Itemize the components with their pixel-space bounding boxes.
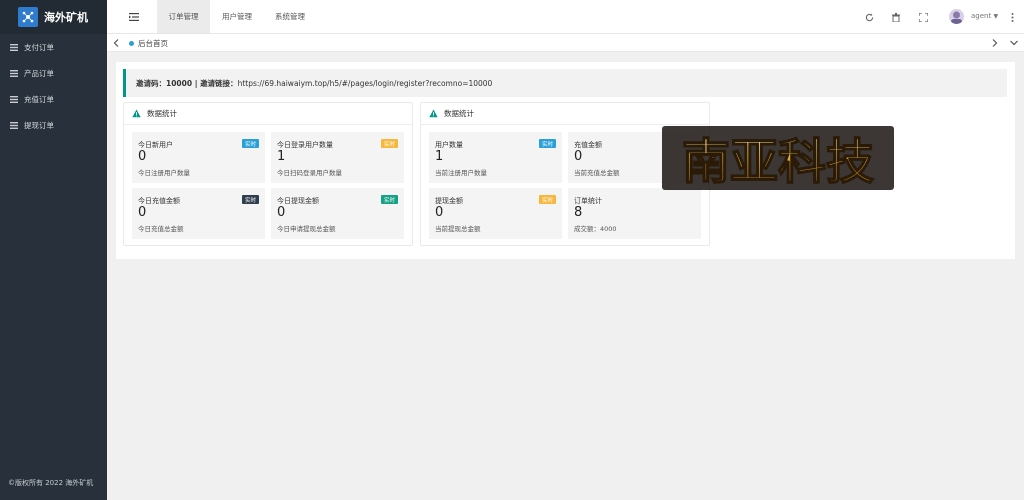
user-name[interactable]: agent ▼ <box>971 12 998 20</box>
stat-description: 成交额：4000 <box>574 225 617 233</box>
status-badge: 实时 <box>380 195 398 204</box>
stat-today-recharge: 今日充值金额 实时 0 今日充值总金额 <box>132 188 265 239</box>
logo-icon <box>18 7 38 27</box>
stats-card-today: 数据统计 今日新用户 实时 0 今日注册用户数量 今日登录用户数量 实时 1 今… <box>123 102 413 246</box>
chevron-right-icon[interactable] <box>988 36 1002 50</box>
app-title: 海外矿机 <box>44 11 88 24</box>
fullscreen-icon[interactable] <box>917 11 929 23</box>
stat-description: 今日扫码登录用户数量 <box>277 169 342 177</box>
invite-code-label: 邀请码： <box>136 78 166 88</box>
tab-system-management[interactable]: 系统管理 <box>264 0 316 33</box>
list-icon <box>10 95 18 103</box>
sidebar-item-label: 支付订单 <box>24 42 54 52</box>
watermark-logo: 南亚科技 <box>656 108 900 204</box>
invite-link[interactable]: https://69.haiwaiym.top/h5/#/pages/login… <box>238 79 493 88</box>
status-badge: 实时 <box>380 139 398 148</box>
tab-home[interactable]: 后台首页 <box>129 36 168 50</box>
invite-link-label: 邀请链接： <box>200 78 238 88</box>
sidebar-item-recharge-orders[interactable]: 充值订单 <box>0 86 107 112</box>
status-badge: 实时 <box>241 139 259 148</box>
card-title: 数据统计 <box>444 109 474 118</box>
chevron-down-icon[interactable] <box>1007 36 1021 50</box>
tab-home-label: 后台首页 <box>138 38 168 48</box>
stat-value: 1 <box>435 149 444 164</box>
stat-value: 1 <box>277 149 286 164</box>
sidebar-item-label: 充值订单 <box>24 94 54 104</box>
refresh-icon[interactable] <box>863 11 875 23</box>
logo-area[interactable]: 海外矿机 <box>0 0 107 34</box>
stat-description: 今日申请提现总金额 <box>277 225 336 233</box>
stat-value: 0 <box>138 149 147 164</box>
more-vertical-icon[interactable] <box>1006 11 1018 23</box>
tab-label: 用户管理 <box>222 12 252 21</box>
stat-description: 今日注册用户数量 <box>138 169 190 177</box>
invite-notice: 邀请码： 10000 | 邀请链接： https://69.haiwaiym.t… <box>123 69 1007 97</box>
sidebar-item-withdraw-orders[interactable]: 提现订单 <box>0 112 107 138</box>
tab-label: 订单管理 <box>168 12 199 21</box>
caret-down-icon: ▼ <box>993 13 999 20</box>
stat-today-new-users: 今日新用户 实时 0 今日注册用户数量 <box>132 132 265 183</box>
sidebar-item-label: 产品订单 <box>24 68 54 78</box>
stat-label: 今日登录用户数量 <box>277 141 333 149</box>
status-badge: 实时 <box>241 195 259 204</box>
stat-description: 当前提现总金额 <box>435 225 481 233</box>
status-badge: 实时 <box>538 195 556 204</box>
tab-order-management[interactable]: 订单管理 <box>157 0 210 33</box>
stat-value: 0 <box>574 149 583 164</box>
list-icon <box>10 121 18 129</box>
stat-total-users: 用户数量 实时 1 当前注册用户数量 <box>429 132 562 183</box>
invite-code: 10000 <box>166 78 193 88</box>
notice-separator: | <box>192 78 201 88</box>
tab-user-management[interactable]: 用户管理 <box>211 0 263 33</box>
copyright-footer: ©版权所有 2022 海外矿机 <box>8 479 94 487</box>
stat-today-withdraw: 今日提现金额 实时 0 今日申请提现总金额 <box>271 188 404 239</box>
top-header: 订单管理 用户管理 系统管理 agent ▼ <box>107 0 1024 34</box>
page-tabbar: 后台首页 <box>107 34 1024 52</box>
sidebar: 海外矿机 支付订单 产品订单 充值订单 提现订单 ©版权所有 2022 海外矿机 <box>0 0 107 500</box>
avatar[interactable] <box>949 9 964 24</box>
menu-toggle-icon[interactable] <box>127 10 141 24</box>
active-dot-icon <box>129 40 134 46</box>
user-name-label: agent <box>971 12 992 20</box>
tab-label: 系统管理 <box>275 12 305 21</box>
card-header: 数据统计 <box>124 103 412 125</box>
stat-value: 0 <box>435 205 444 220</box>
sidebar-item-product-orders[interactable]: 产品订单 <box>0 60 107 86</box>
warning-icon <box>429 109 438 118</box>
stat-today-login-users: 今日登录用户数量 实时 1 今日扫码登录用户数量 <box>271 132 404 183</box>
warning-icon <box>132 109 141 118</box>
stat-value: 0 <box>277 205 286 220</box>
list-icon <box>10 43 18 51</box>
card-title: 数据统计 <box>147 109 177 118</box>
trash-icon[interactable] <box>890 11 902 23</box>
stat-total-withdraw: 提现金额 实时 0 当前提现总金额 <box>429 188 562 239</box>
stat-description: 当前注册用户数量 <box>435 169 487 177</box>
sidebar-item-payment-orders[interactable]: 支付订单 <box>0 34 107 60</box>
watermark-text: 南亚科技 <box>682 134 874 190</box>
stat-value: 8 <box>574 205 583 220</box>
status-badge: 实时 <box>538 139 556 148</box>
list-icon <box>10 69 18 77</box>
stat-description: 当前充值总金额 <box>574 169 620 177</box>
stat-value: 0 <box>138 205 147 220</box>
chevron-left-icon[interactable] <box>109 36 123 50</box>
sidebar-item-label: 提现订单 <box>24 120 54 130</box>
stat-description: 今日充值总金额 <box>138 225 184 233</box>
